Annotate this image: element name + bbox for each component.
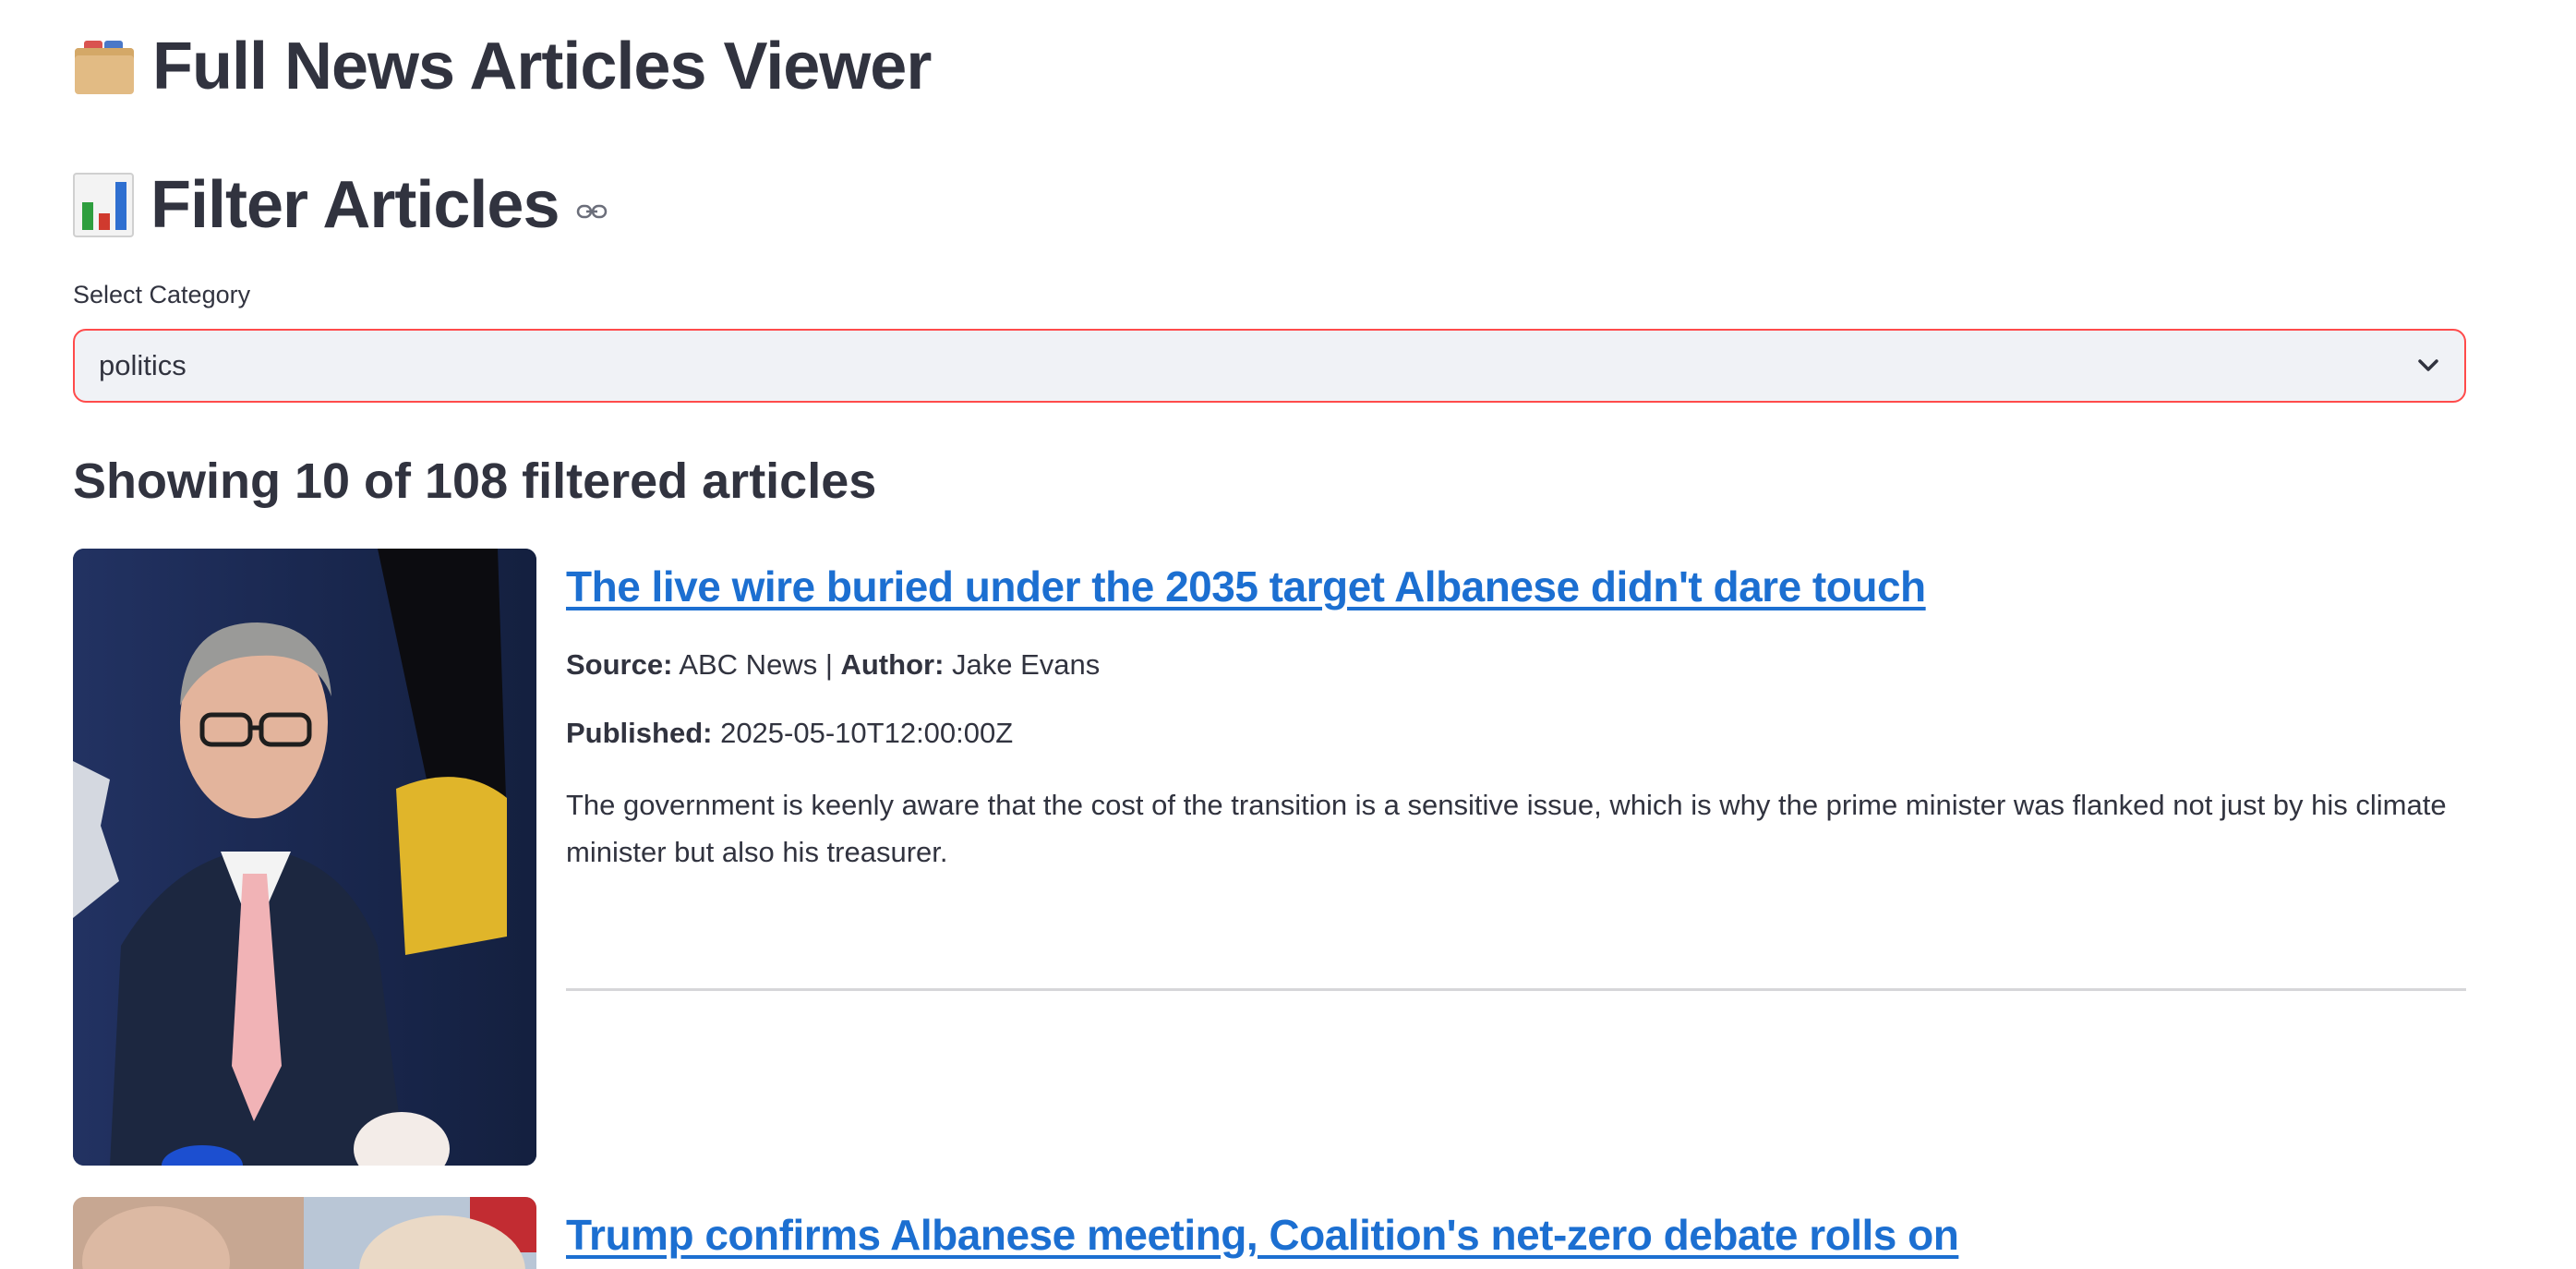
author-label: Author: xyxy=(840,648,945,681)
filter-section-header: Filter Articles xyxy=(73,159,608,251)
article-published-date: 2025-05-10T12:00:00Z xyxy=(720,717,1014,749)
app-header: Full News Articles Viewer xyxy=(73,20,932,113)
article-published: Published: 2025-05-10T12:00:00Z xyxy=(566,717,2466,750)
category-select[interactable]: politics xyxy=(73,329,2466,403)
article-title-link[interactable]: Trump confirms Albanese meeting, Coaliti… xyxy=(566,1210,2466,1260)
meta-separator: | xyxy=(817,648,841,681)
article-photo-portrait xyxy=(73,549,536,1166)
card-file-box-icon xyxy=(73,37,136,96)
page-title: Full News Articles Viewer xyxy=(152,30,932,103)
filter-section-title: Filter Articles xyxy=(150,168,560,242)
article-title-link[interactable]: The live wire buried under the 2035 targ… xyxy=(566,562,2466,611)
app-page: Full News Articles Viewer Filter Article… xyxy=(0,0,2576,1269)
article-card: Trump confirms Albanese meeting, Coaliti… xyxy=(73,1197,2466,1269)
results-count-heading: Showing 10 of 108 filtered articles xyxy=(73,453,877,509)
article-body: Trump confirms Albanese meeting, Coaliti… xyxy=(566,1197,2466,1260)
article-image xyxy=(73,1197,536,1269)
article-author: Jake Evans xyxy=(952,648,1101,681)
article-card: The live wire buried under the 2035 targ… xyxy=(73,549,2466,1167)
article-divider xyxy=(566,988,2466,991)
source-label: Source: xyxy=(566,648,673,681)
bar-chart-icon xyxy=(73,173,134,237)
article-photo-partial xyxy=(73,1197,536,1269)
anchor-link-icon[interactable] xyxy=(576,201,608,222)
chevron-down-icon[interactable] xyxy=(2416,358,2440,373)
article-source-author: Source: ABC News | Author: Jake Evans xyxy=(566,648,2466,682)
article-body: The live wire buried under the 2035 targ… xyxy=(566,549,2466,991)
category-select-value: politics xyxy=(99,349,187,381)
published-label: Published: xyxy=(566,717,713,749)
category-select-label: Select Category xyxy=(73,281,251,308)
article-image xyxy=(73,549,536,1166)
article-description: The government is keenly aware that the … xyxy=(566,789,2447,868)
article-source: ABC News xyxy=(679,648,818,681)
